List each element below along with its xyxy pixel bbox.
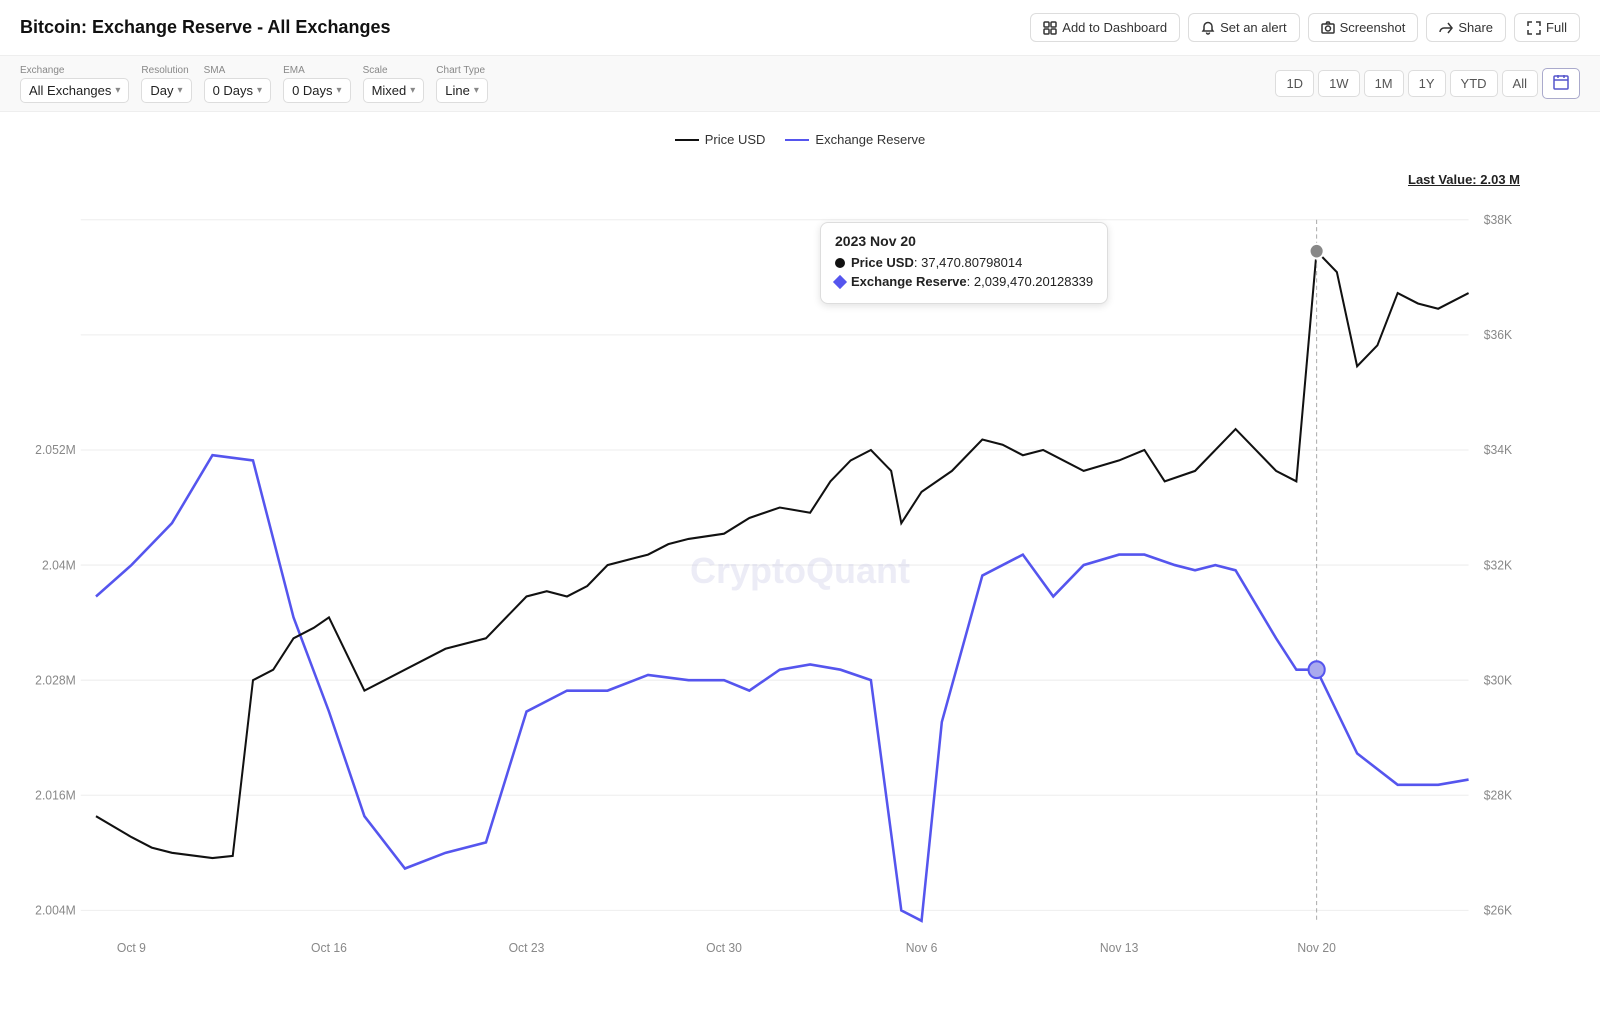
camera-icon <box>1321 21 1335 35</box>
chevron-down-icon: ▾ <box>257 85 262 96</box>
svg-text:$26K: $26K <box>1484 903 1513 917</box>
toolbar-filters: Exchange All Exchanges ▾ Resolution Day … <box>20 65 488 103</box>
exchange-line-indicator <box>785 139 809 141</box>
share-button[interactable]: Share <box>1426 13 1506 42</box>
calendar-button[interactable] <box>1542 68 1580 99</box>
time-1m-button[interactable]: 1M <box>1364 70 1404 97</box>
sma-select[interactable]: 0 Days ▾ <box>204 78 272 103</box>
sma-filter: SMA 0 Days ▾ <box>204 65 272 103</box>
sma-label: SMA <box>204 65 272 76</box>
svg-text:2.004M: 2.004M <box>35 903 76 917</box>
exchange-crosshair-dot <box>1309 661 1325 678</box>
exchange-label: Exchange <box>20 65 129 76</box>
add-to-dashboard-button[interactable]: Add to Dashboard <box>1030 13 1180 42</box>
tooltip-exchange-label: Exchange Reserve <box>851 274 967 289</box>
scale-select[interactable]: Mixed ▾ <box>363 78 425 103</box>
tooltip-date: 2023 Nov 20 <box>835 233 1093 249</box>
tooltip-price-label: Price USD <box>851 255 914 270</box>
time-1y-button[interactable]: 1Y <box>1408 70 1446 97</box>
svg-text:Nov 20: Nov 20 <box>1297 941 1336 955</box>
tooltip: 2023 Nov 20 Price USD: 37,470.80798014 E… <box>820 222 1108 304</box>
header-actions: Add to Dashboard Set an alert Screenshot… <box>1030 13 1580 42</box>
ema-filter: EMA 0 Days ▾ <box>283 65 351 103</box>
tooltip-price-row: Price USD: 37,470.80798014 <box>835 255 1093 270</box>
svg-text:Oct 30: Oct 30 <box>706 941 742 955</box>
tooltip-exchange-diamond <box>833 274 847 288</box>
time-1w-button[interactable]: 1W <box>1318 70 1360 97</box>
ema-label: EMA <box>283 65 351 76</box>
resolution-label: Resolution <box>141 65 191 76</box>
svg-text:$32K: $32K <box>1484 558 1513 572</box>
price-usd-line <box>96 251 1469 858</box>
resolution-select[interactable]: Day ▾ <box>141 78 191 103</box>
svg-text:Nov 13: Nov 13 <box>1100 941 1139 955</box>
chart-type-filter: Chart Type Line ▾ <box>436 65 488 103</box>
legend-price: Price USD <box>675 132 766 147</box>
svg-text:2.04M: 2.04M <box>42 558 76 572</box>
toolbar: Exchange All Exchanges ▾ Resolution Day … <box>0 56 1600 112</box>
page-header: Bitcoin: Exchange Reserve - All Exchange… <box>0 0 1600 56</box>
page-title: Bitcoin: Exchange Reserve - All Exchange… <box>20 17 390 38</box>
set-alert-button[interactable]: Set an alert <box>1188 13 1300 42</box>
chart-type-label: Chart Type <box>436 65 488 76</box>
legend-exchange: Exchange Reserve <box>785 132 925 147</box>
chart-legend: Price USD Exchange Reserve <box>20 132 1580 147</box>
tooltip-exchange-row: Exchange Reserve: 2,039,470.20128339 <box>835 274 1093 289</box>
fullscreen-button[interactable]: Full <box>1514 13 1580 42</box>
svg-text:2.052M: 2.052M <box>35 443 76 457</box>
exchange-reserve-line <box>96 455 1469 921</box>
chart-container: Price USD Exchange Reserve Last Value: 2… <box>0 112 1600 1030</box>
tooltip-price-dot <box>835 258 845 268</box>
time-range-buttons: 1D 1W 1M 1Y YTD All <box>1275 68 1580 99</box>
last-value: Last Value: 2.03 M <box>1408 172 1520 187</box>
svg-text:Oct 9: Oct 9 <box>117 941 146 955</box>
exchange-select[interactable]: All Exchanges ▾ <box>20 78 129 103</box>
bell-icon <box>1201 21 1215 35</box>
svg-text:Oct 16: Oct 16 <box>311 941 347 955</box>
chevron-down-icon: ▾ <box>178 85 183 96</box>
svg-text:Oct 23: Oct 23 <box>509 941 545 955</box>
tooltip-exchange-value: 2,039,470.20128339 <box>974 274 1093 289</box>
exchange-filter: Exchange All Exchanges ▾ <box>20 65 129 103</box>
svg-text:$36K: $36K <box>1484 328 1513 342</box>
chevron-down-icon: ▾ <box>410 85 415 96</box>
ema-select[interactable]: 0 Days ▾ <box>283 78 351 103</box>
scale-filter: Scale Mixed ▾ <box>363 65 425 103</box>
screenshot-button[interactable]: Screenshot <box>1308 13 1419 42</box>
svg-text:$30K: $30K <box>1484 673 1513 687</box>
price-crosshair-dot <box>1310 244 1324 259</box>
fullscreen-icon <box>1527 21 1541 35</box>
price-line-indicator <box>675 139 699 141</box>
chart-type-select[interactable]: Line ▾ <box>436 78 488 103</box>
time-ytd-button[interactable]: YTD <box>1450 70 1498 97</box>
chevron-down-icon: ▾ <box>337 85 342 96</box>
time-all-button[interactable]: All <box>1502 70 1538 97</box>
time-1d-button[interactable]: 1D <box>1275 70 1314 97</box>
chevron-down-icon: ▾ <box>474 85 479 96</box>
resolution-filter: Resolution Day ▾ <box>141 65 191 103</box>
tooltip-price-value: 37,470.80798014 <box>921 255 1022 270</box>
svg-text:Nov 6: Nov 6 <box>906 941 938 955</box>
svg-text:$28K: $28K <box>1484 788 1513 802</box>
chart-svg: 2.004M 2.016M 2.028M 2.04M 2.052M $26K $… <box>20 157 1580 1015</box>
calendar-icon <box>1553 74 1569 90</box>
chevron-down-icon: ▾ <box>115 85 120 96</box>
dashboard-icon <box>1043 21 1057 35</box>
svg-text:2.028M: 2.028M <box>35 673 76 687</box>
svg-text:2.016M: 2.016M <box>35 788 76 802</box>
legend-exchange-label: Exchange Reserve <box>815 132 925 147</box>
share-icon <box>1439 21 1453 35</box>
legend-price-label: Price USD <box>705 132 766 147</box>
svg-text:$38K: $38K <box>1484 213 1513 227</box>
scale-label: Scale <box>363 65 425 76</box>
svg-text:$34K: $34K <box>1484 443 1513 457</box>
